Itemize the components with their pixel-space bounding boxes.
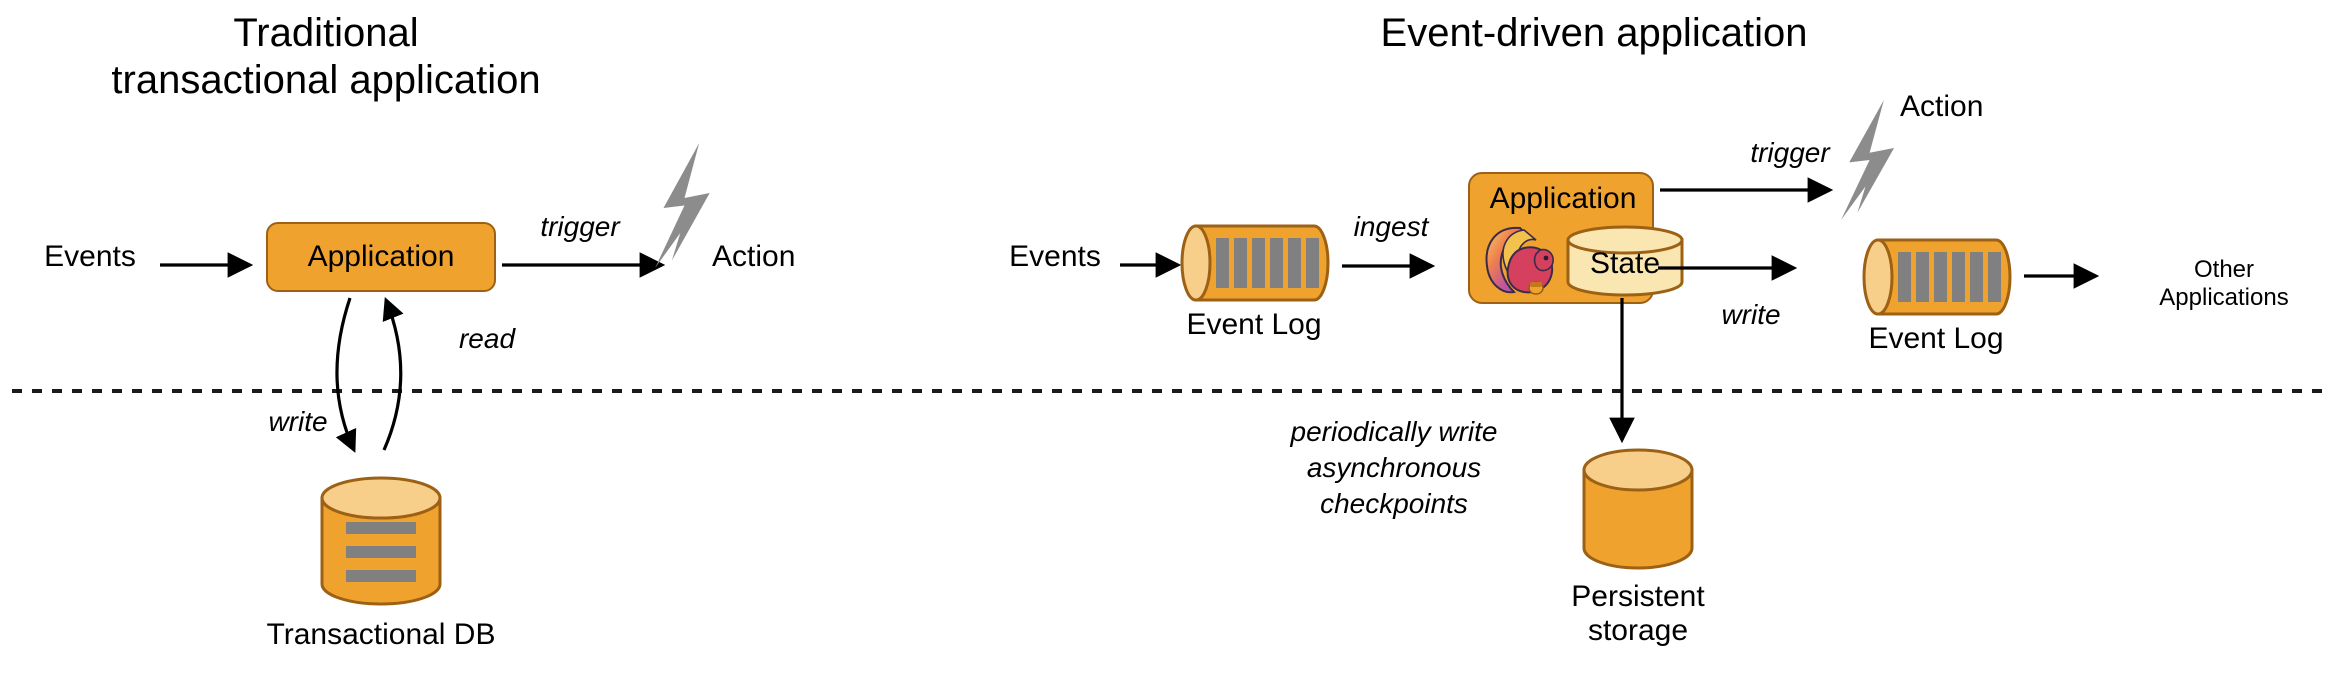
other-applications-label: Other Applications (2159, 256, 2289, 311)
right-trigger-label: trigger (1750, 137, 1830, 168)
other-apps-arrow (2024, 263, 2100, 289)
left-read-write-arrows (335, 297, 404, 453)
flink-squirrel-icon (1485, 226, 1554, 295)
persistent-storage-icon (1582, 448, 1694, 570)
persistent-storage-label: Persistent storage (1571, 580, 1705, 647)
checkpoint-arrow (1609, 298, 1635, 444)
event-log-in-label: Event Log (1186, 308, 1322, 341)
transactional-db-label: Transactional DB (266, 618, 496, 651)
left-lightning-bolt-icon (655, 143, 710, 268)
left-trigger-label: trigger (540, 211, 620, 242)
left-events-to-app-arrow (160, 252, 254, 278)
left-events-label: Events (44, 240, 136, 273)
transactional-db-icon (320, 476, 442, 606)
right-action-label: Action (1900, 90, 1984, 123)
left-action-label: Action (712, 240, 796, 273)
right-lightning-bolt-icon (1841, 100, 1895, 220)
right-events-label: Events (1009, 240, 1101, 273)
event-log-out-icon (1862, 238, 2012, 316)
left-application-label: Application (307, 240, 455, 273)
right-application-label: Application (1489, 182, 1637, 215)
diagram-canvas: Traditional transactional application Ev… (0, 0, 2336, 688)
left-application-box[interactable]: Application (266, 222, 496, 292)
ingest-arrow (1342, 253, 1436, 279)
left-panel-title: Traditional transactional application (111, 11, 541, 102)
ingest-label: ingest (1353, 211, 1429, 242)
right-panel-title: Event-driven application (1380, 11, 1808, 55)
left-write-label: write (268, 406, 328, 437)
event-log-in-icon (1180, 224, 1330, 302)
right-trigger-arrow (1660, 177, 1834, 203)
right-write-arrow (1658, 255, 1798, 281)
left-read-label: read (458, 323, 516, 354)
event-log-out-label: Event Log (1868, 322, 2004, 355)
right-write-label: write (1721, 299, 1781, 330)
checkpoints-label: periodically write asynchronous checkpoi… (1290, 416, 1498, 519)
